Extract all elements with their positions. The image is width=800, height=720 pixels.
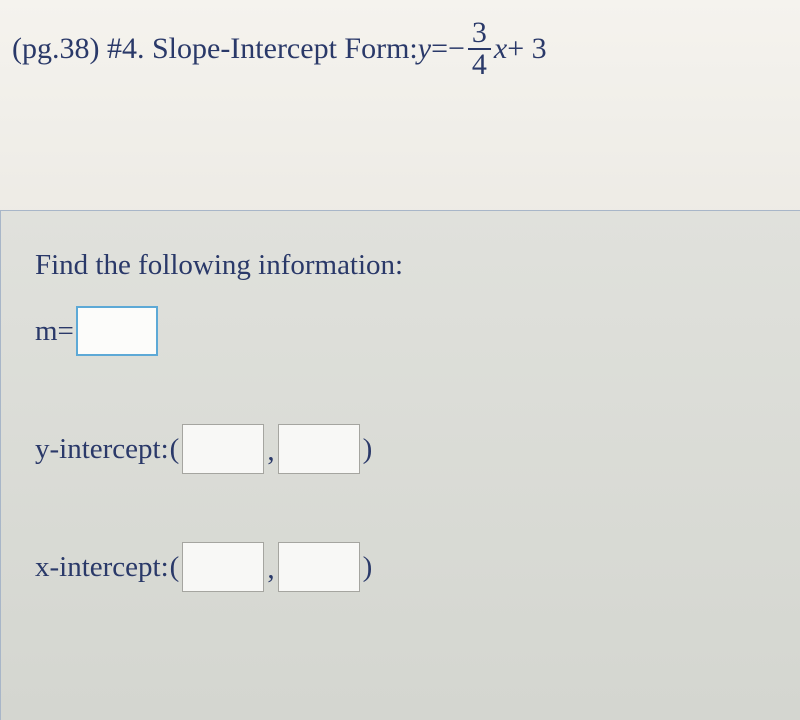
- x-intercept-label: x-intercept:: [35, 551, 169, 584]
- slope-row: m=: [35, 306, 766, 356]
- y-intercept-y-input[interactable]: [278, 424, 360, 474]
- problem-header: (pg.38) #4. Slope-Intercept Form: y = − …: [0, 0, 800, 80]
- instruction-text: Find the following information:: [35, 249, 766, 282]
- open-paren-2: (: [170, 551, 180, 584]
- equation-minus: −: [448, 32, 465, 66]
- y-intercept-row: y-intercept: ( , ): [35, 424, 766, 474]
- y-intercept-x-input[interactable]: [182, 424, 264, 474]
- y-intercept-label: y-intercept:: [35, 433, 169, 466]
- equation-constant: + 3: [507, 32, 546, 66]
- problem-statement: (pg.38) #4. Slope-Intercept Form: y = − …: [12, 18, 788, 80]
- fraction-numerator: 3: [468, 18, 491, 48]
- fraction-denominator: 4: [468, 48, 491, 80]
- open-paren: (: [170, 433, 180, 466]
- answer-panel: Find the following information: m= y-int…: [0, 210, 800, 720]
- close-paren-2: ): [363, 551, 373, 584]
- comma-sep: ,: [267, 435, 274, 474]
- x-intercept-row: x-intercept: ( , ): [35, 542, 766, 592]
- problem-prefix: (pg.38) #4. Slope-Intercept Form:: [12, 32, 418, 66]
- equation-x: x: [494, 32, 507, 66]
- x-intercept-y-input[interactable]: [278, 542, 360, 592]
- slope-label: m=: [35, 315, 74, 348]
- close-paren: ): [363, 433, 373, 466]
- equation-equals: =: [431, 32, 448, 66]
- comma-sep-2: ,: [267, 553, 274, 592]
- equation-fraction: 3 4: [468, 18, 491, 80]
- slope-input[interactable]: [76, 306, 158, 356]
- x-intercept-x-input[interactable]: [182, 542, 264, 592]
- equation-lhs: y: [418, 32, 431, 66]
